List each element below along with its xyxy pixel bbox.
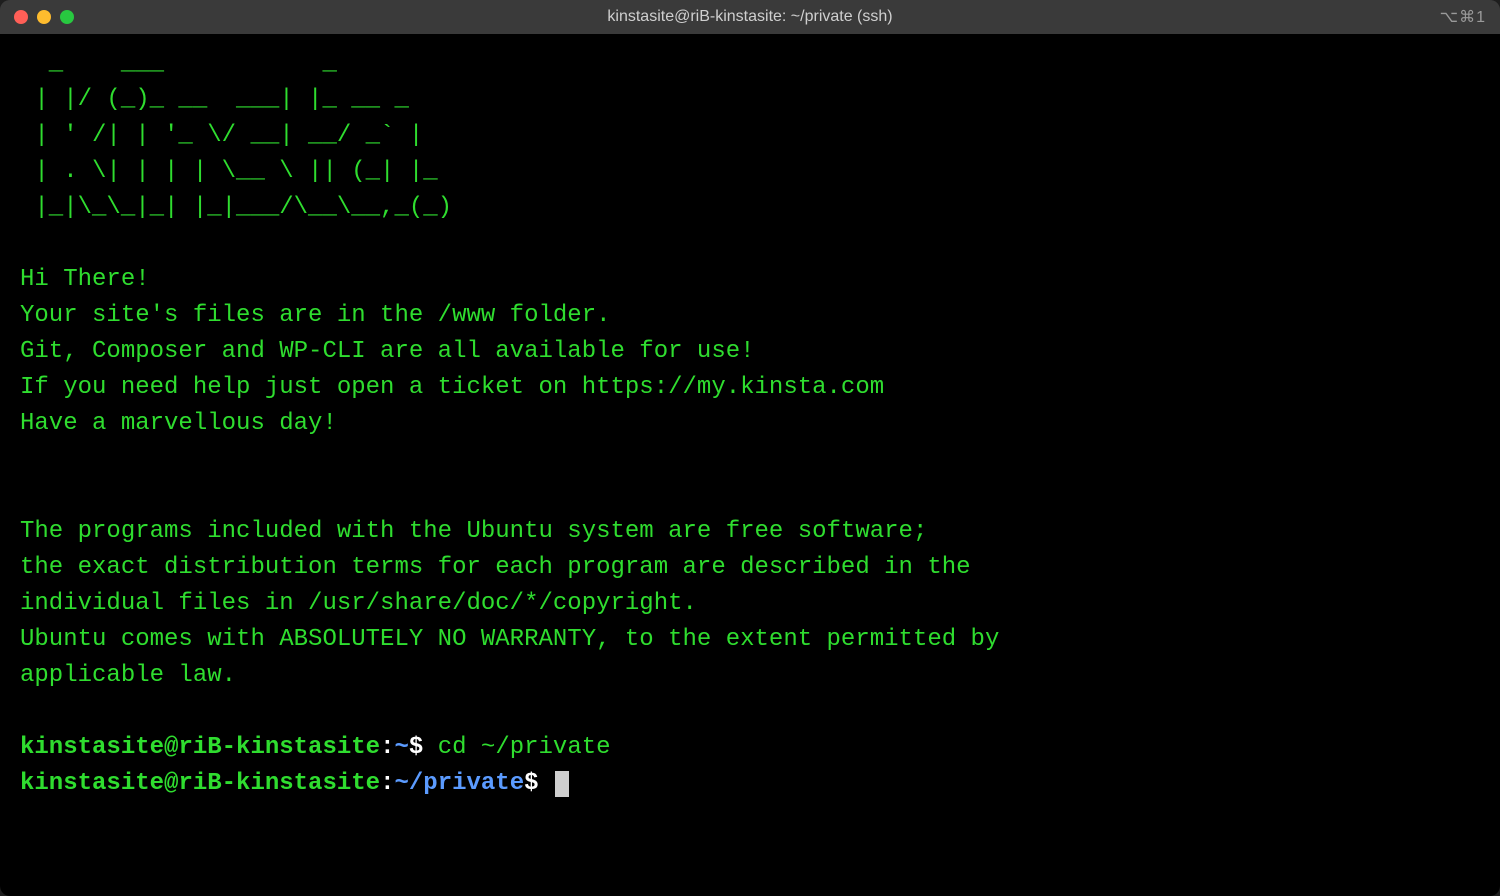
- prompt-dollar: $: [524, 770, 538, 797]
- motd-line: Your site's files are in the /www folder…: [20, 298, 1480, 334]
- ascii-art-line: | |/ (_)_ __ ___| |_ __ _: [20, 82, 1480, 118]
- prompt-host: riB-kinstasite: [178, 734, 380, 761]
- legal-line: The programs included with the Ubuntu sy…: [20, 514, 1480, 550]
- prompt-host: riB-kinstasite: [178, 770, 380, 797]
- cursor-icon: [555, 771, 569, 797]
- ascii-art-line: |_|\_\_|_| |_|___/\__\__,_(_): [20, 190, 1480, 226]
- legal-line: applicable law.: [20, 658, 1480, 694]
- prompt-colon: :: [380, 770, 394, 797]
- blank-line: [20, 694, 1480, 730]
- prompt-line[interactable]: kinstasite@riB-kinstasite:~/private$: [20, 766, 1480, 802]
- ascii-art-line: | ' /| | '_ \/ __| __/ _` |: [20, 118, 1480, 154]
- prompt-dollar: $: [409, 734, 423, 761]
- blank-line: [20, 226, 1480, 262]
- zoom-icon[interactable]: [60, 10, 74, 24]
- ascii-art-line: _ ___ _: [20, 46, 1480, 82]
- legal-line: Ubuntu comes with ABSOLUTELY NO WARRANTY…: [20, 622, 1480, 658]
- ascii-art-line: | . \| | | | \__ \ || (_| |_: [20, 154, 1480, 190]
- traffic-lights: [14, 10, 74, 24]
- legal-line: the exact distribution terms for each pr…: [20, 550, 1480, 586]
- motd-line: Hi There!: [20, 262, 1480, 298]
- keyboard-shortcut-indicator: ⌥⌘1: [1440, 7, 1486, 27]
- terminal-body[interactable]: _ ___ _ | |/ (_)_ __ ___| |_ __ _ | ' /|…: [0, 34, 1500, 896]
- window-title: kinstasite@riB-kinstasite: ~/private (ss…: [0, 8, 1500, 26]
- prompt-line: kinstasite@riB-kinstasite:~$ cd ~/privat…: [20, 730, 1480, 766]
- blank-line: [20, 478, 1480, 514]
- motd-line: Git, Composer and WP-CLI are all availab…: [20, 334, 1480, 370]
- prompt-path: ~/private: [394, 770, 524, 797]
- legal-line: individual files in /usr/share/doc/*/cop…: [20, 586, 1480, 622]
- title-bar[interactable]: kinstasite@riB-kinstasite: ~/private (ss…: [0, 0, 1500, 34]
- blank-line: [20, 442, 1480, 478]
- prompt-path: ~: [394, 734, 408, 761]
- motd-line: Have a marvellous day!: [20, 406, 1480, 442]
- motd-line: If you need help just open a ticket on h…: [20, 370, 1480, 406]
- minimize-icon[interactable]: [37, 10, 51, 24]
- terminal-window: kinstasite@riB-kinstasite: ~/private (ss…: [0, 0, 1500, 896]
- close-icon[interactable]: [14, 10, 28, 24]
- command-text: cd ~/private: [438, 734, 611, 761]
- prompt-user: kinstasite: [20, 734, 164, 761]
- prompt-colon: :: [380, 734, 394, 761]
- prompt-user: kinstasite: [20, 770, 164, 797]
